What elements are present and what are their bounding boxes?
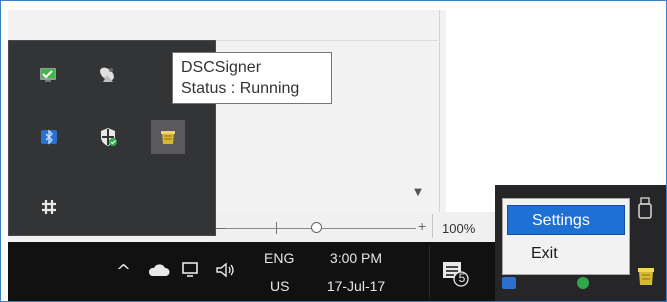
network-monitor-icon[interactable] <box>181 261 201 284</box>
onedrive-cloud-icon[interactable] <box>146 262 170 283</box>
zoom-in-button[interactable]: + <box>418 219 430 233</box>
clock-date[interactable]: 17-Jul-17 <box>318 278 394 294</box>
tooltip-status: Status : Running <box>181 80 300 97</box>
zoom-level[interactable]: 100% <box>442 221 475 236</box>
input-language[interactable]: ENG <box>264 250 294 266</box>
zoom-slider-tick <box>276 222 277 234</box>
satellite-dish-icon[interactable] <box>91 58 125 92</box>
tray-defender-icon[interactable] <box>574 274 592 297</box>
scroll-down-arrow[interactable]: ▼ <box>411 186 425 200</box>
tray-tooltip: DSCSigner Status : Running <box>172 52 332 104</box>
bluetooth-icon[interactable] <box>32 120 66 154</box>
zoom-separator <box>432 214 433 238</box>
notification-count-badge: 5 <box>458 271 466 285</box>
network-settings-icon[interactable] <box>32 190 66 224</box>
tooltip-app-name: DSCSigner <box>181 59 262 76</box>
input-region[interactable]: US <box>270 278 289 294</box>
menu-item-settings[interactable]: Settings <box>507 205 625 235</box>
taskbar-separator <box>429 246 430 298</box>
clock-time[interactable]: 3:00 PM <box>321 250 391 266</box>
windows-defender-icon[interactable] <box>91 120 125 154</box>
show-hidden-icons-button[interactable]: ^ <box>116 262 131 282</box>
tray-app-icon-blue[interactable] <box>500 274 518 297</box>
menu-item-exit[interactable]: Exit <box>507 239 625 269</box>
zoom-slider-thumb[interactable] <box>311 222 322 233</box>
tray-context-menu: Settings Exit <box>502 198 630 275</box>
security-shield-icon[interactable] <box>32 58 66 92</box>
speaker-volume-icon[interactable] <box>214 261 236 284</box>
dscsigner-tray-icon[interactable] <box>151 120 185 154</box>
page-divider <box>439 10 440 242</box>
usb-drive-icon[interactable] <box>636 196 654 227</box>
dscsigner-taskbar-icon[interactable] <box>635 264 657 293</box>
